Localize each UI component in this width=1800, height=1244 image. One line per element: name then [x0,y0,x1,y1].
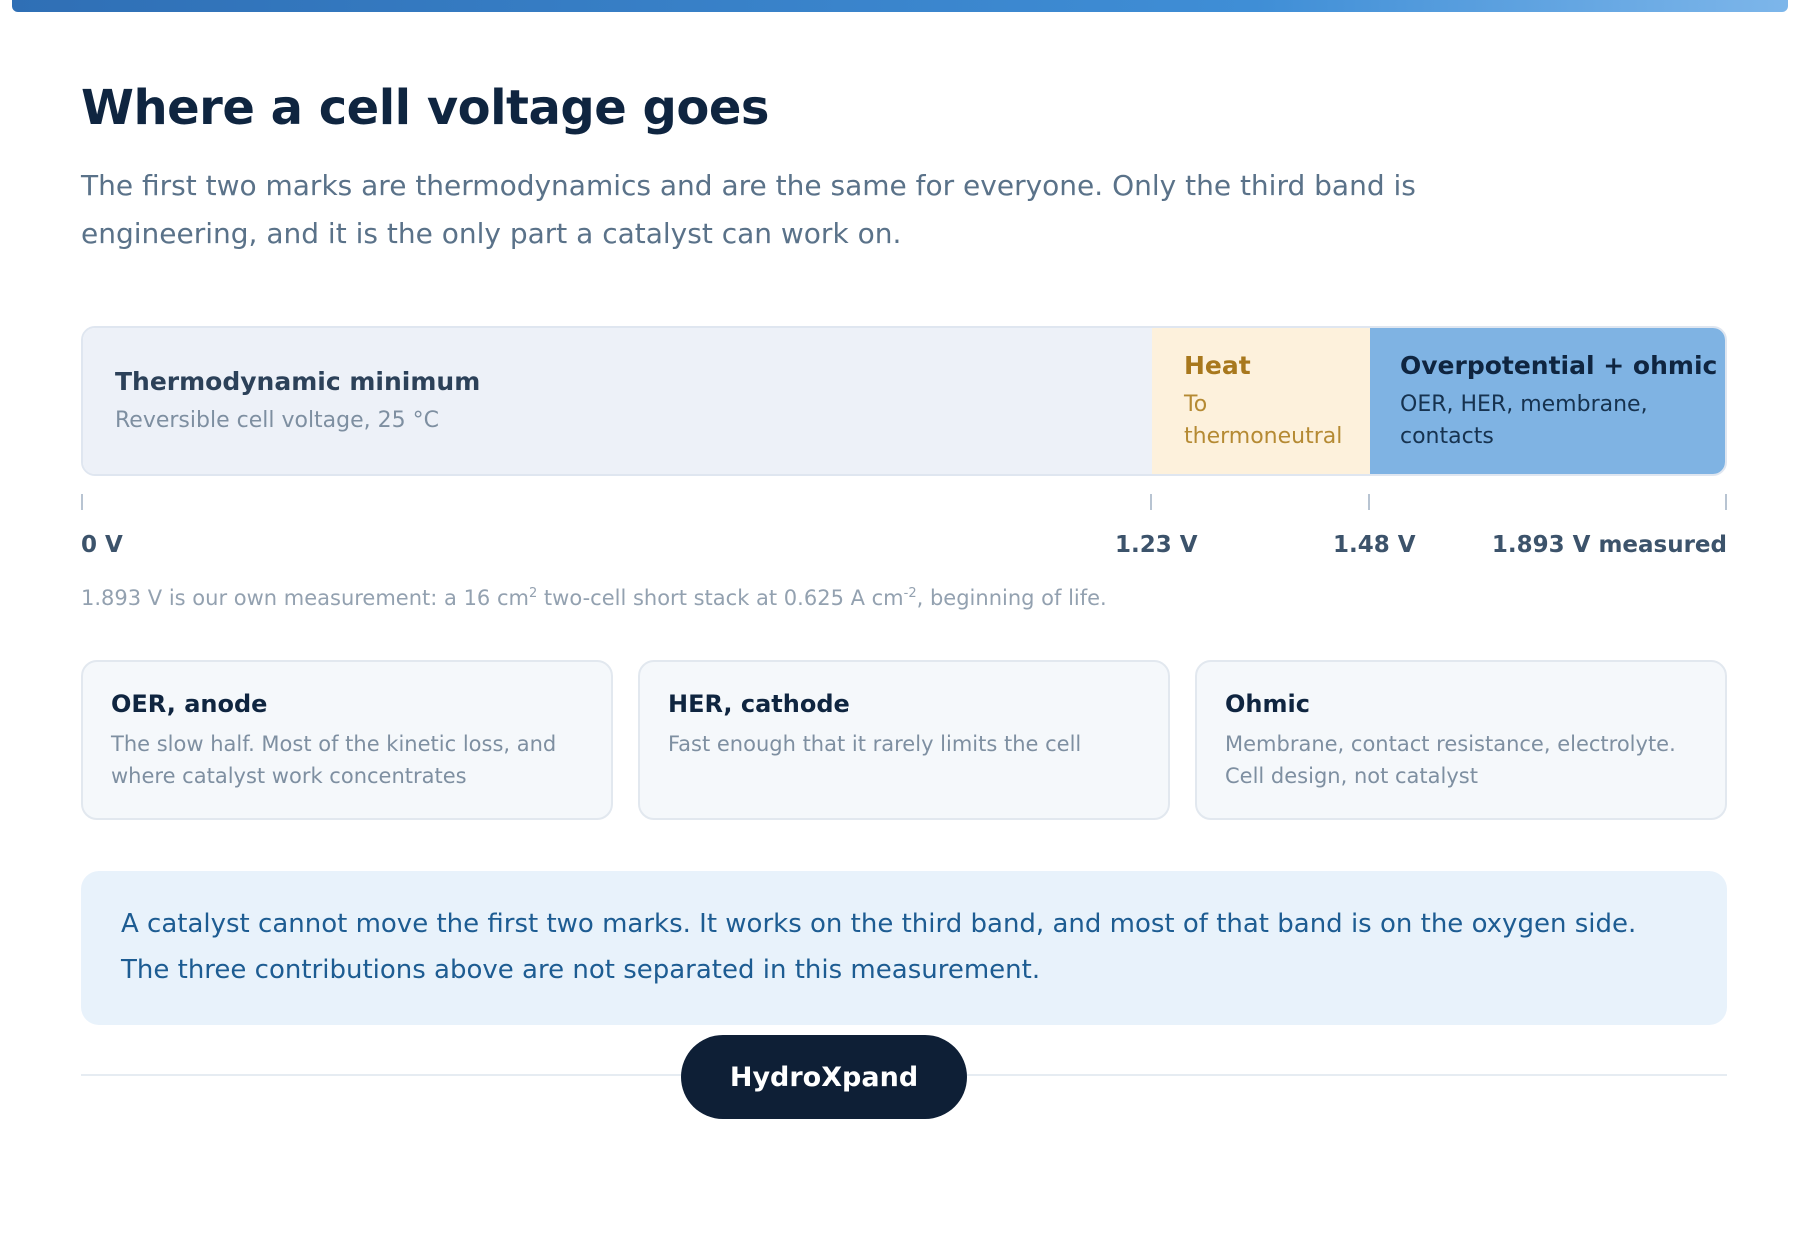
note-text: , beginning of life. [916,586,1107,610]
segment-overpotential-ohmic: Overpotential + ohmic OER, HER, membrane… [1370,328,1725,474]
card-oer-anode: OER, anode The slow half. Most of the ki… [81,660,613,820]
tick-label-0v: 0 V [81,532,123,558]
card-her-cathode: HER, cathode Fast enough that it rarely … [638,660,1170,820]
axis-tick [1368,494,1370,510]
segment-subtitle: To thermoneutral [1184,392,1343,449]
card-title: Ohmic [1225,690,1310,718]
contribution-cards: OER, anode The slow half. Most of the ki… [81,660,1727,820]
note-text: 1.893 V is our own measurement: a 16 cm [81,586,529,610]
card-ohmic: Ohmic Membrane, contact resistance, elec… [1195,660,1727,820]
main-content: Where a cell voltage goes The first two … [81,80,1727,1076]
segment-thermodynamic-minimum: Thermodynamic minimum Reversible cell vo… [83,328,1152,474]
hydroxpand-button[interactable]: HydroXpand [681,1035,967,1119]
segment-subtitle: OER, HER, membrane, contacts [1400,392,1648,449]
segment-heat: Heat To thermoneutral [1152,328,1370,474]
note-text: two-cell short stack at 0.625 A cm [537,586,904,610]
card-text: The slow half. Most of the kinetic loss,… [111,732,557,788]
segment-subtitle: Reversible cell voltage, 25 °C [115,408,439,433]
voltage-breakdown-bar: Thermodynamic minimum Reversible cell vo… [81,326,1727,476]
top-accent-bar [12,0,1788,12]
catalyst-callout: A catalyst cannot move the first two mar… [81,871,1727,1025]
segment-title: Heat [1184,351,1251,380]
tick-label-1-893v-measured: 1.893 V measured [1491,532,1727,558]
segment-title: Overpotential + ohmic [1400,351,1718,380]
page-title: Where a cell voltage goes [81,80,769,136]
page: Where a cell voltage goes The first two … [0,0,1800,1244]
voltage-axis: 0 V 1.23 V 1.48 V 1.893 V measured [81,494,1727,558]
note-superscript: 2 [528,586,538,601]
axis-tick [1150,494,1152,510]
tick-label-1-23v: 1.23 V [1115,532,1198,558]
measurement-note: 1.893 V is our own measurement: a 16 cm2… [81,586,1107,610]
card-title: HER, cathode [668,690,850,718]
tick-label-1-48v: 1.48 V [1333,532,1416,558]
page-subtitle: The first two marks are thermodynamics a… [81,168,1416,250]
axis-tick [1725,494,1727,510]
axis-tick [81,494,83,510]
card-text: Membrane, contact resistance, electrolyt… [1225,732,1676,788]
card-text: Fast enough that it rarely limits the ce… [668,732,1082,756]
segment-title: Thermodynamic minimum [115,367,481,396]
note-superscript: -2 [903,586,917,601]
card-title: OER, anode [111,690,268,718]
